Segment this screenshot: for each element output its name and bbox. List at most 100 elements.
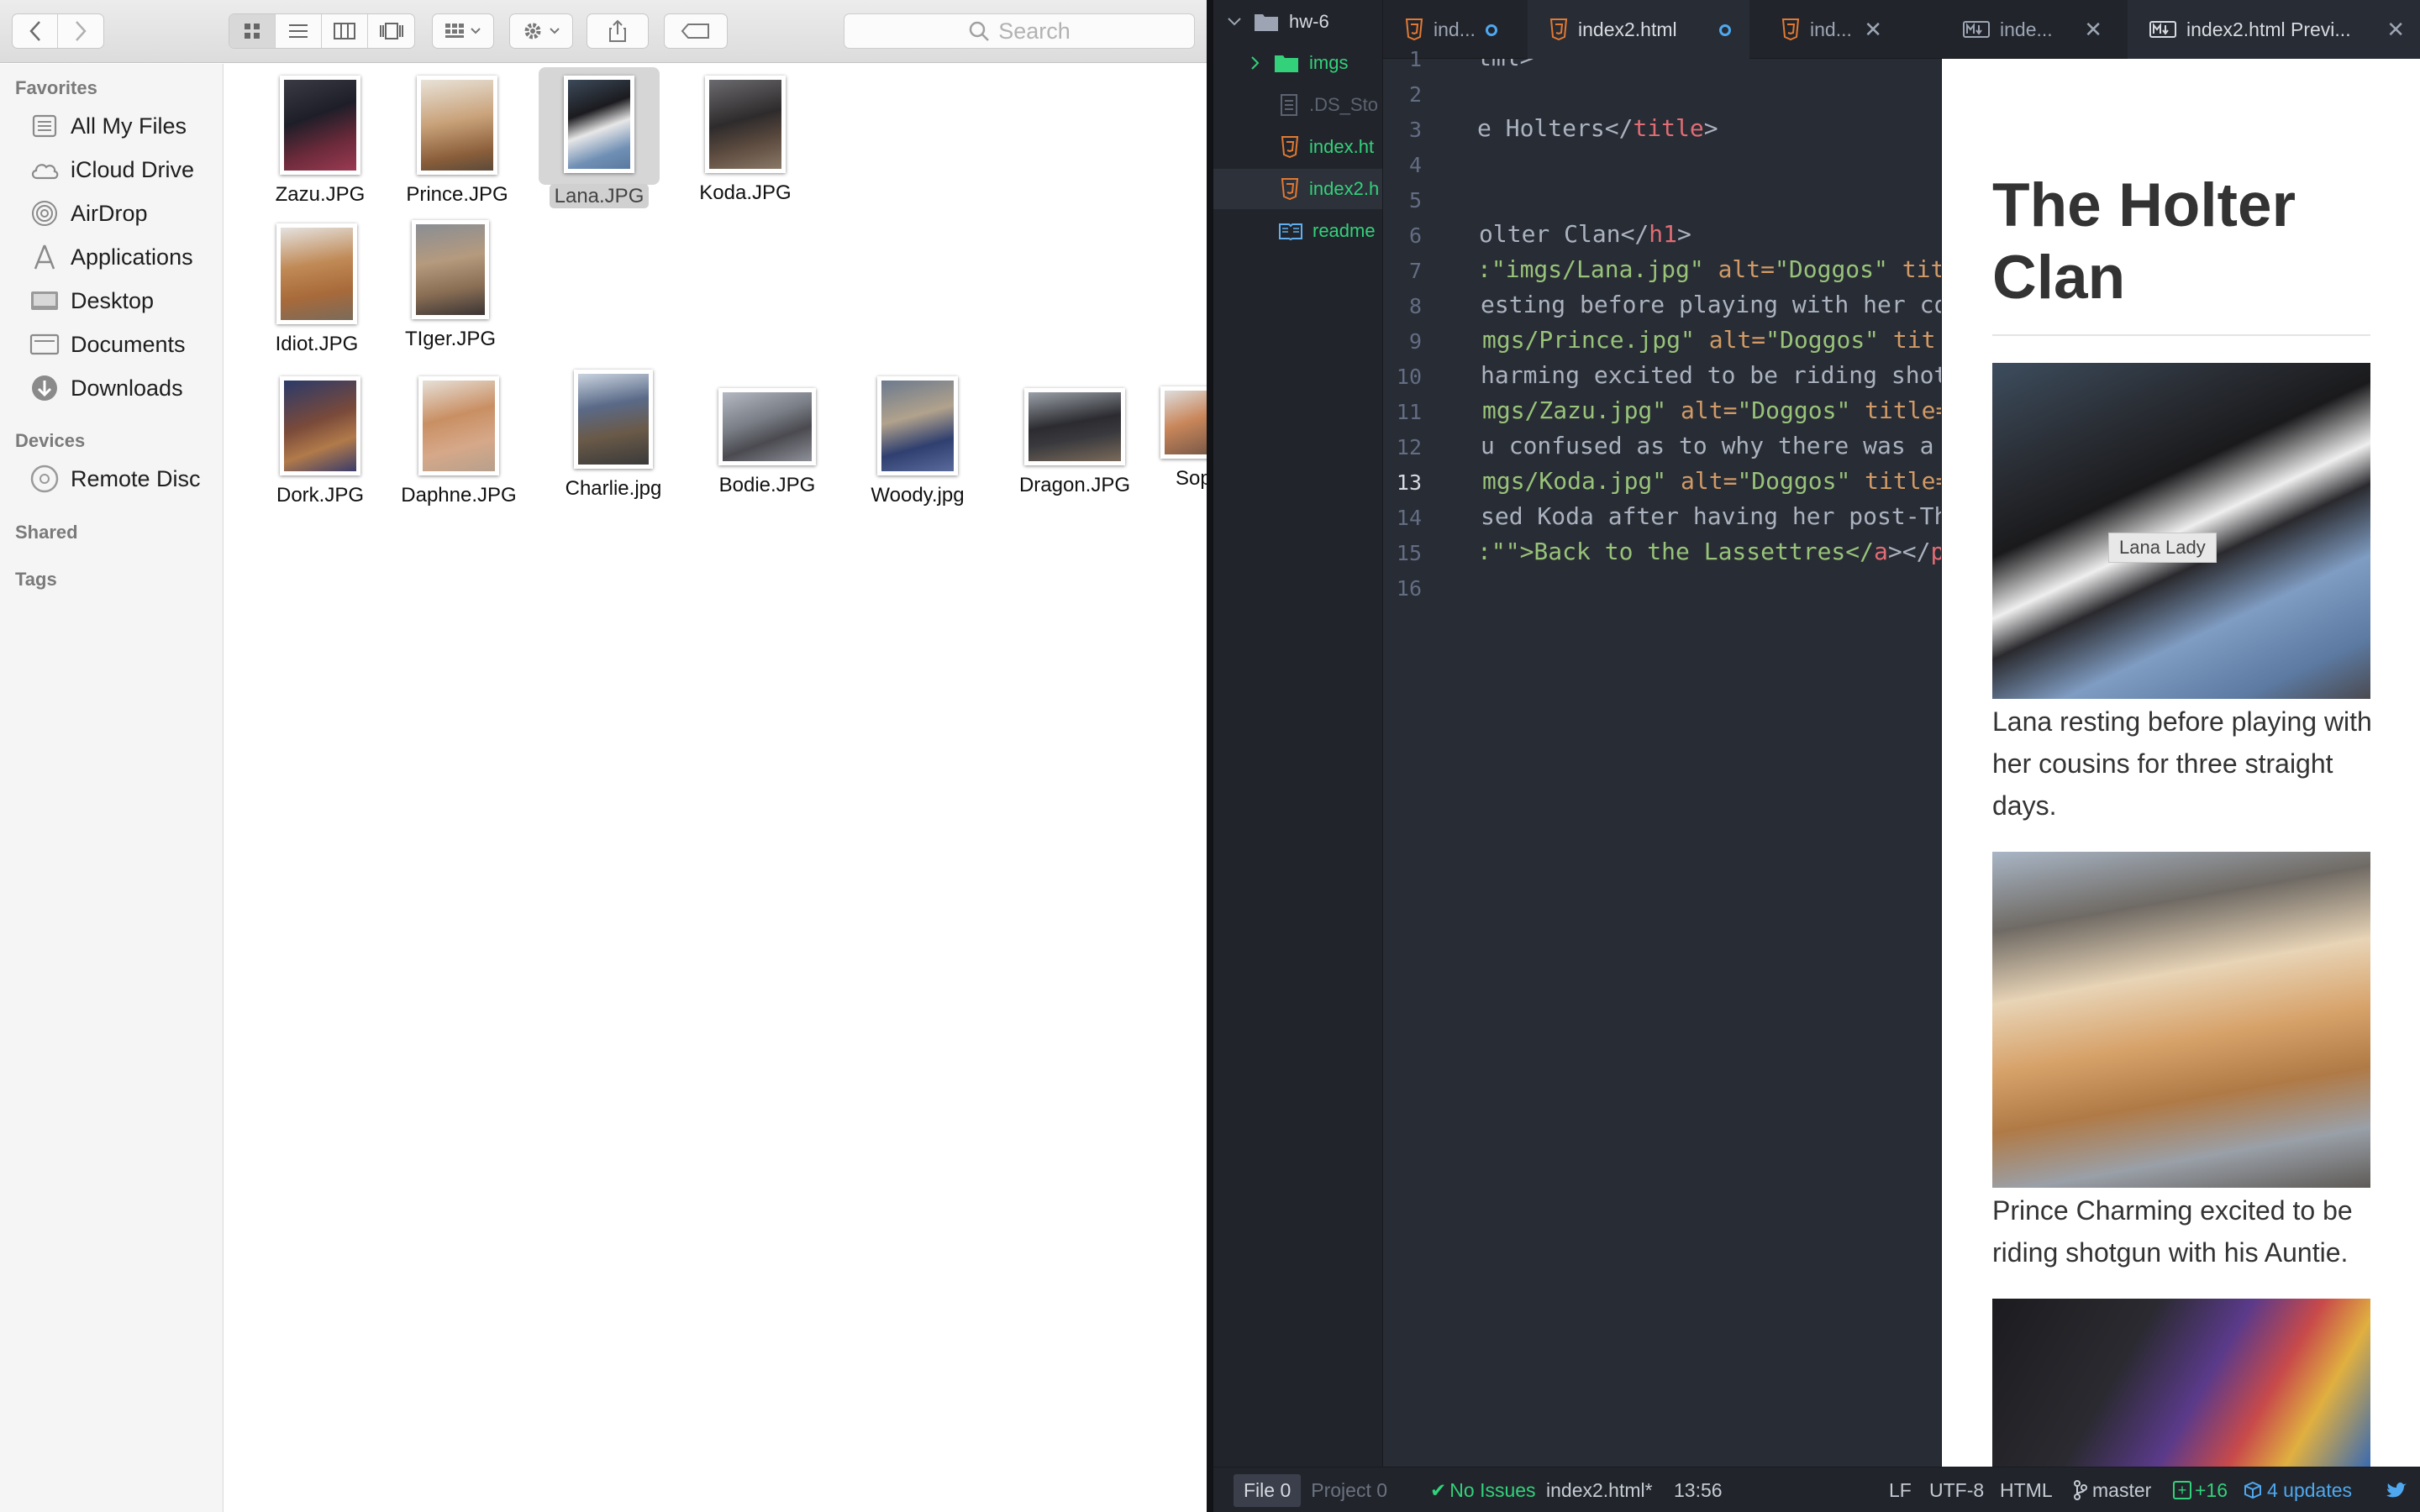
sidebar-item-all-my-files[interactable]: All My Files [29, 108, 187, 144]
line-number: 12 [1396, 435, 1422, 459]
code-line: harming excited to be riding shot [1481, 361, 1941, 389]
tab-markdown-preview[interactable]: inde... ✕ [1941, 0, 2118, 59]
tab-index2-html[interactable]: index2.html [1528, 0, 1749, 59]
line-number: 4 [1408, 153, 1422, 177]
file-name: Dork.JPG [276, 484, 364, 507]
file-issues-button[interactable]: File 0 [1234, 1473, 1302, 1507]
gallery-view-button[interactable] [368, 14, 414, 48]
share-feedback-button[interactable] [2386, 1467, 2408, 1512]
desktop: { "finder": { "search_placeholder": "Sea… [0, 0, 2420, 1512]
sidebar-item-remote-disc[interactable]: Remote Disc [29, 460, 201, 497]
code-line: e Holters</title> [1477, 114, 1718, 142]
code-editor[interactable]: tml> e Holters</title> olter Clan</h1> :… [1435, 59, 1941, 1467]
grammar-selector[interactable]: HTML [2000, 1467, 2053, 1512]
line-number: 5 [1408, 188, 1422, 213]
code-line-current: mgs/Koda.jpg" alt="Doggos" title= [1482, 467, 1941, 495]
tree-item-ds-store[interactable]: .DS_Sto [1213, 85, 1382, 125]
package-updates[interactable]: 4 updates [2244, 1467, 2352, 1512]
tree-item-index-html[interactable]: index.ht [1213, 127, 1382, 167]
encoding-selector[interactable]: UTF-8 [1929, 1467, 1984, 1512]
action-button[interactable] [509, 13, 573, 49]
chevron-down-icon [1228, 18, 1241, 26]
chevron-down-icon [471, 28, 481, 34]
finder-toolbar: Search [0, 0, 1207, 63]
code-line: olter Clan</h1> [1479, 220, 1691, 248]
image-thumbnail [574, 370, 653, 469]
icon-view-button[interactable] [229, 14, 276, 48]
html5-icon [1781, 18, 1800, 40]
back-button[interactable] [13, 14, 59, 48]
file-item[interactable]: TIger.JPG [383, 220, 518, 351]
applications-icon [34, 244, 55, 270]
git-diff-count[interactable]: + +16 [2173, 1467, 2228, 1512]
tab-index-html-2[interactable]: ind... ✕ [1760, 0, 1897, 59]
close-icon[interactable]: ✕ [2084, 17, 2102, 43]
tree-item-label: index2.h [1309, 178, 1380, 199]
html5-icon [1281, 178, 1299, 200]
status-filename[interactable]: index2.html* [1546, 1467, 1653, 1512]
line-number: 3 [1408, 118, 1422, 142]
file-name: Bodie.JPG [718, 474, 816, 496]
forward-button[interactable] [58, 14, 103, 48]
file-name: Dragon.JPG [1018, 474, 1131, 496]
file-item[interactable]: Prince.JPG [390, 76, 524, 207]
code-line: sed Koda after having her post-Th [1481, 502, 1941, 530]
search-input[interactable]: Search [844, 13, 1195, 49]
close-icon[interactable]: ✕ [1864, 17, 1882, 43]
tab-index2-html-preview[interactable]: index2.html Previ... ✕ [2128, 0, 2420, 59]
sidebar-item-downloads[interactable]: Downloads [29, 370, 183, 407]
line-number: 6 [1408, 223, 1422, 248]
share-button[interactable] [587, 13, 649, 49]
sidebar-item-applications[interactable]: Applications [29, 239, 193, 276]
tree-item-index2-html-selected[interactable]: index2.h [1213, 169, 1382, 209]
column-view-button[interactable] [322, 14, 368, 48]
file-item[interactable]: Idiot.JPG [250, 223, 384, 356]
editor-tab-bar: ind... index2.html ind... ✕ [1383, 0, 1941, 59]
git-branch-icon [2074, 1480, 2087, 1500]
tags-button[interactable] [664, 13, 728, 49]
file-item[interactable]: Dragon.JPG [1007, 388, 1142, 497]
tree-item-imgs[interactable]: imgs [1213, 43, 1382, 83]
file-item[interactable]: Daphne.JPG [392, 376, 526, 507]
file-name: Zazu.JPG [275, 183, 366, 206]
file-item-selected[interactable]: Lana.JPG [539, 67, 660, 208]
arrange-button[interactable] [432, 13, 494, 49]
markdown-icon [2149, 21, 2176, 38]
cursor-position[interactable]: 13:56 [1674, 1467, 1723, 1512]
file-item[interactable]: Zazu.JPG [253, 76, 387, 207]
project-issues-button[interactable]: Project 0 [1301, 1474, 1397, 1507]
image-thumbnail [418, 376, 499, 475]
close-icon[interactable]: ✕ [2386, 17, 2405, 43]
sidebar-item-icloud-drive[interactable]: iCloud Drive [29, 151, 194, 188]
tree-root-folder[interactable]: hw-6 [1213, 2, 1382, 42]
code-line: :"">Back to the Lassettres</a></p [1477, 538, 1941, 565]
html-preview-pane[interactable]: The Holter Clan Lana Lady Lana resting b… [1941, 59, 2420, 1467]
line-number: 2 [1408, 82, 1422, 107]
file-item[interactable]: Woody.jpg [850, 376, 985, 507]
linter-status[interactable]: ✔ No Issues [1430, 1467, 1536, 1512]
modified-indicator-icon [1719, 24, 1731, 36]
sidebar-item-airdrop[interactable]: AirDrop [29, 195, 148, 232]
file-item[interactable]: Dork.JPG [253, 376, 387, 507]
file-issues-tab[interactable]: File 0 Project 0 [1234, 1467, 1397, 1512]
file-item[interactable]: Sop [1152, 386, 1207, 491]
image-thumbnail [1024, 388, 1125, 465]
file-item[interactable]: Charlie.jpg [546, 370, 681, 501]
line-ending-selector[interactable]: LF [1889, 1467, 1912, 1512]
git-branch[interactable]: master [2074, 1467, 2151, 1512]
sidebar-item-documents[interactable]: Documents [29, 326, 186, 363]
file-item[interactable]: Koda.JPG [678, 76, 813, 205]
file-item[interactable]: Bodie.JPG [700, 388, 834, 497]
tree-item-readme[interactable]: readme [1213, 211, 1382, 251]
sidebar-item-label: All My Files [71, 113, 187, 139]
airdrop-icon [32, 201, 57, 226]
code-line: tml> [1477, 59, 1534, 71]
line-number: 16 [1396, 576, 1422, 601]
grid-icon [245, 24, 260, 39]
file-name: Prince.JPG [406, 183, 508, 206]
sidebar-item-desktop[interactable]: Desktop [29, 282, 154, 319]
preview-caption: Prince Charming excited to be riding sho… [1992, 1195, 2353, 1268]
image-thumbnail [705, 76, 786, 173]
list-view-button[interactable] [276, 14, 322, 48]
favorites-heading: Favorites [15, 77, 97, 98]
